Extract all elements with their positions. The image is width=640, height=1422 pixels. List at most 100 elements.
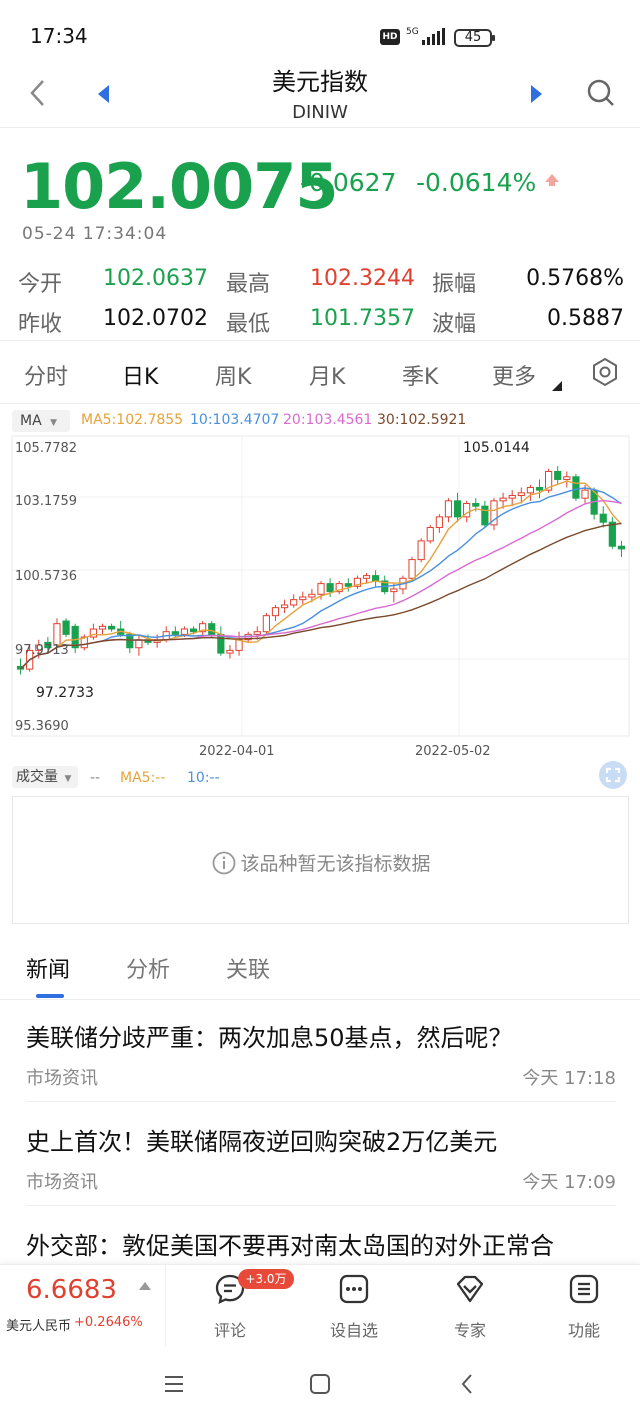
candle-body [554, 470, 562, 480]
amplitude-value: 0.5768% [526, 266, 624, 291]
watchlist-icon [339, 1274, 369, 1304]
trend-arrow-icon [545, 174, 559, 186]
candle-body [98, 625, 107, 630]
volume-indicator-select[interactable]: 成交量 ▼ [12, 766, 78, 788]
function-menu-icon [569, 1274, 599, 1304]
hd-icon: HD [380, 29, 400, 45]
tab-related[interactable]: 关联 [226, 952, 270, 984]
candle-body [253, 631, 261, 635]
high-value: 102.3244 [310, 266, 415, 291]
expert-icon [456, 1275, 484, 1303]
candle-body [608, 521, 616, 547]
function-button[interactable]: 功能 [544, 1265, 624, 1347]
low-value: 101.7357 [310, 306, 415, 331]
candle-body [180, 628, 189, 635]
fullscreen-icon[interactable] [598, 760, 628, 790]
candle-body [135, 639, 143, 649]
min-price-annotation: 97.2733 [36, 685, 94, 701]
candle-body [344, 583, 352, 587]
news-item[interactable]: 美联储分歧严重：两次加息50基点，然后呢？ 市场资讯 今天 17:18 [26, 1018, 616, 1102]
candle-body [262, 615, 270, 633]
candle-body [372, 575, 380, 582]
wave-label: 波幅 [432, 312, 477, 337]
bottom-action-bar: 6.6683 美元人民币 +0.2646% 评论 +3.0万 设自选 专家 功能 [0, 1264, 640, 1347]
period-tabs: 分时 日K 周K 月K 季K 更多 [0, 340, 640, 404]
candle-body [426, 527, 434, 542]
dropdown-icon: ▼ [64, 774, 72, 784]
candle-body [535, 486, 544, 491]
last-price: 102.0075 [20, 150, 339, 223]
tab-quarterly-k[interactable]: 季K [402, 359, 438, 391]
candle-body [108, 625, 116, 630]
x-tick-label: 2022-04-01 [199, 744, 275, 759]
tab-news[interactable]: 新闻 [26, 952, 70, 984]
open-label: 今开 [18, 272, 63, 297]
prev-close-label: 昨收 [18, 312, 63, 337]
related-price: 6.6683 [26, 1275, 117, 1305]
candle-body [290, 599, 298, 606]
volume-ma10-legend: 10:-- [187, 770, 220, 786]
prev-close-value: 102.0702 [103, 306, 208, 331]
quote-header: 102.0075 -0.0627 -0.0614% 05-24 17:34:04 [0, 130, 640, 250]
ma10-line [20, 487, 622, 670]
candle-body [390, 588, 398, 593]
candle-body [308, 593, 316, 598]
system-navigation-bar [0, 1346, 640, 1422]
tab-intraday[interactable]: 分时 [24, 359, 68, 391]
y-tick-label: 103.1759 [15, 494, 77, 509]
news-item[interactable]: 外交部：敦促美国不要再对南太岛国的对外正常合 [26, 1226, 616, 1266]
price-change: -0.0627 [300, 168, 397, 197]
candle-body [53, 623, 61, 646]
candle-body [508, 494, 516, 499]
kline-chart[interactable]: MA ▼ MA5:102.7855 10:103.4707 20:103.456… [0, 404, 640, 764]
volume-chart-area: 该品种暂无该指标数据 [12, 796, 629, 924]
candle-body [417, 540, 425, 561]
add-watchlist-button[interactable]: 设自选 [314, 1265, 394, 1347]
candle-body [581, 489, 589, 499]
candle-body [526, 486, 534, 494]
tab-more[interactable]: 更多 [492, 359, 536, 391]
network-type: 5G [406, 27, 419, 37]
candle-body [472, 503, 480, 507]
y-tick-label: 100.5736 [15, 569, 77, 584]
wave-value: 0.5887 [547, 306, 624, 331]
expert-button[interactable]: 专家 [430, 1265, 510, 1347]
settings-icon[interactable] [590, 357, 620, 387]
high-label: 最高 [226, 272, 271, 297]
back-nav-icon[interactable] [456, 1372, 480, 1396]
news-title: 外交部：敦促美国不要再对南太岛国的对外正常合 [26, 1232, 554, 1260]
tab-weekly-k[interactable]: 周K [215, 359, 251, 391]
search-icon[interactable] [586, 78, 616, 108]
news-time: 今天 17:09 [522, 1172, 616, 1193]
no-data-text: 该品种暂无该指标数据 [240, 853, 431, 875]
news-item[interactable]: 史上首次！美联储隔夜逆回购突破2万亿美元 市场资讯 今天 17:09 [26, 1122, 616, 1206]
candle-body [599, 513, 607, 523]
active-tab-indicator [36, 994, 64, 998]
next-item-icon[interactable] [528, 84, 544, 104]
candle-body [208, 623, 216, 635]
tab-daily-k[interactable]: 日K [122, 359, 158, 391]
news-source: 市场资讯 [26, 1172, 98, 1193]
home-icon[interactable] [308, 1372, 332, 1396]
candle-body [481, 505, 489, 526]
candle-body [226, 649, 234, 654]
news-title: 史上首次！美联储隔夜逆回购突破2万亿美元 [26, 1128, 498, 1156]
candle-body [572, 476, 580, 499]
page-title: 美元指数 [272, 68, 368, 96]
status-bar: 17:34 HD 5G 45 [0, 0, 640, 60]
signal-icon: 5G [406, 27, 445, 45]
tab-monthly-k[interactable]: 月K [309, 359, 345, 391]
max-price-annotation: 105.0144 [463, 440, 530, 456]
candle-body [217, 633, 225, 654]
candle-body [326, 583, 334, 593]
tab-analysis[interactable]: 分析 [126, 952, 170, 984]
menu-icon[interactable] [162, 1372, 186, 1396]
candle-body [317, 583, 325, 595]
ma-lines-layer [20, 480, 622, 670]
news-title: 美联储分歧严重：两次加息50基点，然后呢？ [26, 1024, 513, 1052]
candle-body [171, 631, 179, 635]
open-value: 102.0637 [103, 266, 208, 291]
status-time: 17:34 [30, 24, 88, 48]
related-change-percent: +0.2646% [74, 1315, 143, 1330]
related-quote[interactable]: 6.6683 美元人民币 +0.2646% [0, 1265, 166, 1347]
